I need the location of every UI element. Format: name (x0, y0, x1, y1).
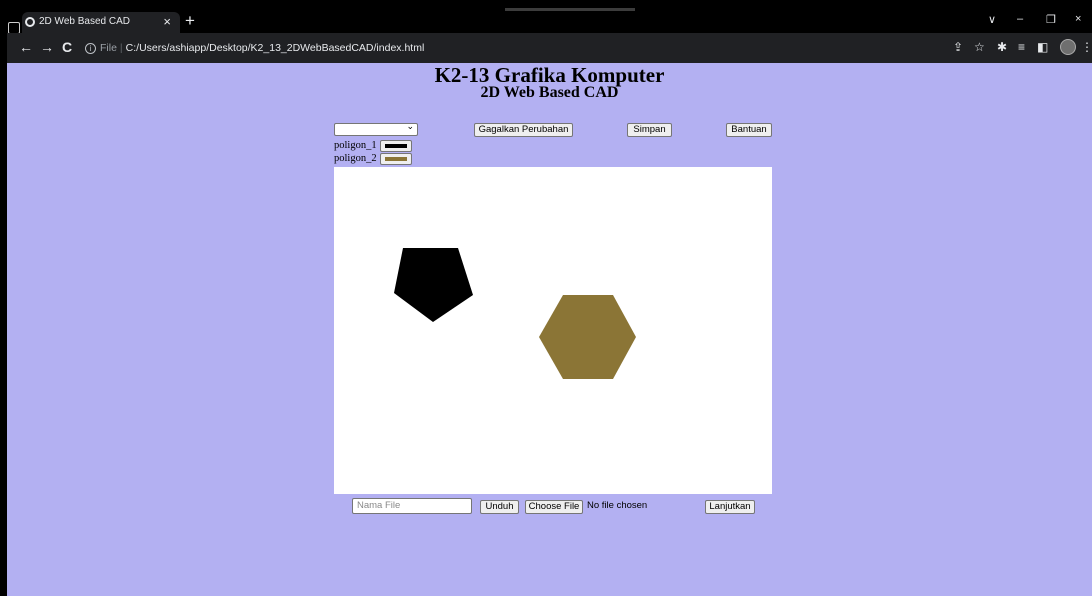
browser-tab[interactable]: 2D Web Based CAD × (22, 12, 180, 33)
url-protocol: File (100, 42, 117, 54)
undo-button[interactable]: Gagalkan Perubahan (474, 123, 573, 137)
forward-arrow-icon[interactable]: → (40, 39, 54, 55)
filename-input[interactable]: Nama File (352, 498, 472, 514)
polygon-2-hexagon[interactable] (539, 295, 636, 379)
url-text: C:/Users/ashiapp/Desktop/K2_13_2DWebBase… (125, 42, 425, 54)
globe-icon (25, 17, 35, 27)
tab-close-icon[interactable]: × (163, 14, 171, 29)
restore-button[interactable]: ❐ (1046, 13, 1056, 26)
shape-select[interactable]: ⌄ (334, 121, 418, 136)
choose-file-button[interactable]: Choose File (525, 500, 583, 514)
chevron-down-icon: ⌄ (406, 121, 414, 131)
address-bar: ← → C i File | C:/Users/ashiapp/Desktop/K2_… (7, 33, 1092, 63)
polygon-label: poligon_1 (334, 140, 377, 151)
polygon-row-1: poligon_1 (334, 140, 412, 152)
share-icon[interactable]: ⇪ (953, 40, 963, 54)
url-input[interactable]: i File | C:/Users/ashiapp/Desktop/K2_13_2DW… (85, 38, 475, 58)
side-panel-icon[interactable]: ◧ (1037, 40, 1048, 54)
color-swatch-fill (385, 157, 407, 161)
url-separator: | (119, 42, 123, 54)
color-swatch-fill (385, 144, 407, 148)
polygon-row-2: poligon_2 (334, 153, 412, 165)
continue-button[interactable]: Lanjutkan (705, 500, 755, 514)
window-frame-left (0, 0, 7, 596)
file-status-text: No file chosen (587, 500, 648, 511)
polygon-label: poligon_2 (334, 153, 377, 164)
extensions-icon[interactable]: ✱ (997, 40, 1007, 54)
close-window-button[interactable]: × (1075, 13, 1081, 25)
page-subtitle: 2D Web Based CAD (480, 84, 619, 101)
tab-title: 2D Web Based CAD (39, 16, 130, 27)
polygon-color-picker[interactable] (380, 153, 412, 165)
menu-kebab-icon[interactable]: ⋮ (1081, 40, 1092, 54)
tab-strip: 2D Web Based CAD × + ∨ – ❐ × (0, 0, 1092, 34)
profile-avatar[interactable] (1060, 39, 1076, 55)
polygon-color-picker[interactable] (380, 140, 412, 152)
minimize-button[interactable]: – (1017, 13, 1023, 25)
reload-icon[interactable]: C (62, 39, 72, 55)
new-tab-button[interactable]: + (185, 12, 195, 29)
back-arrow-icon[interactable]: ← (19, 39, 33, 55)
drag-region (505, 8, 635, 11)
page-body: K2-13 Grafika Komputer 2D Web Based CAD … (7, 63, 1092, 596)
canvas-svg[interactable] (334, 167, 772, 494)
reading-list-icon[interactable]: ≡ (1018, 40, 1025, 54)
help-button[interactable]: Bantuan (726, 123, 772, 137)
tab-search-chevron-icon[interactable]: ∨ (988, 13, 996, 26)
save-button[interactable]: Simpan (627, 123, 672, 137)
bookmark-star-icon[interactable]: ☆ (974, 40, 985, 54)
drawing-canvas[interactable] (334, 167, 772, 494)
info-icon[interactable]: i (85, 42, 96, 54)
download-button[interactable]: Unduh (480, 500, 519, 514)
polygon-1-pentagon[interactable] (394, 248, 473, 322)
